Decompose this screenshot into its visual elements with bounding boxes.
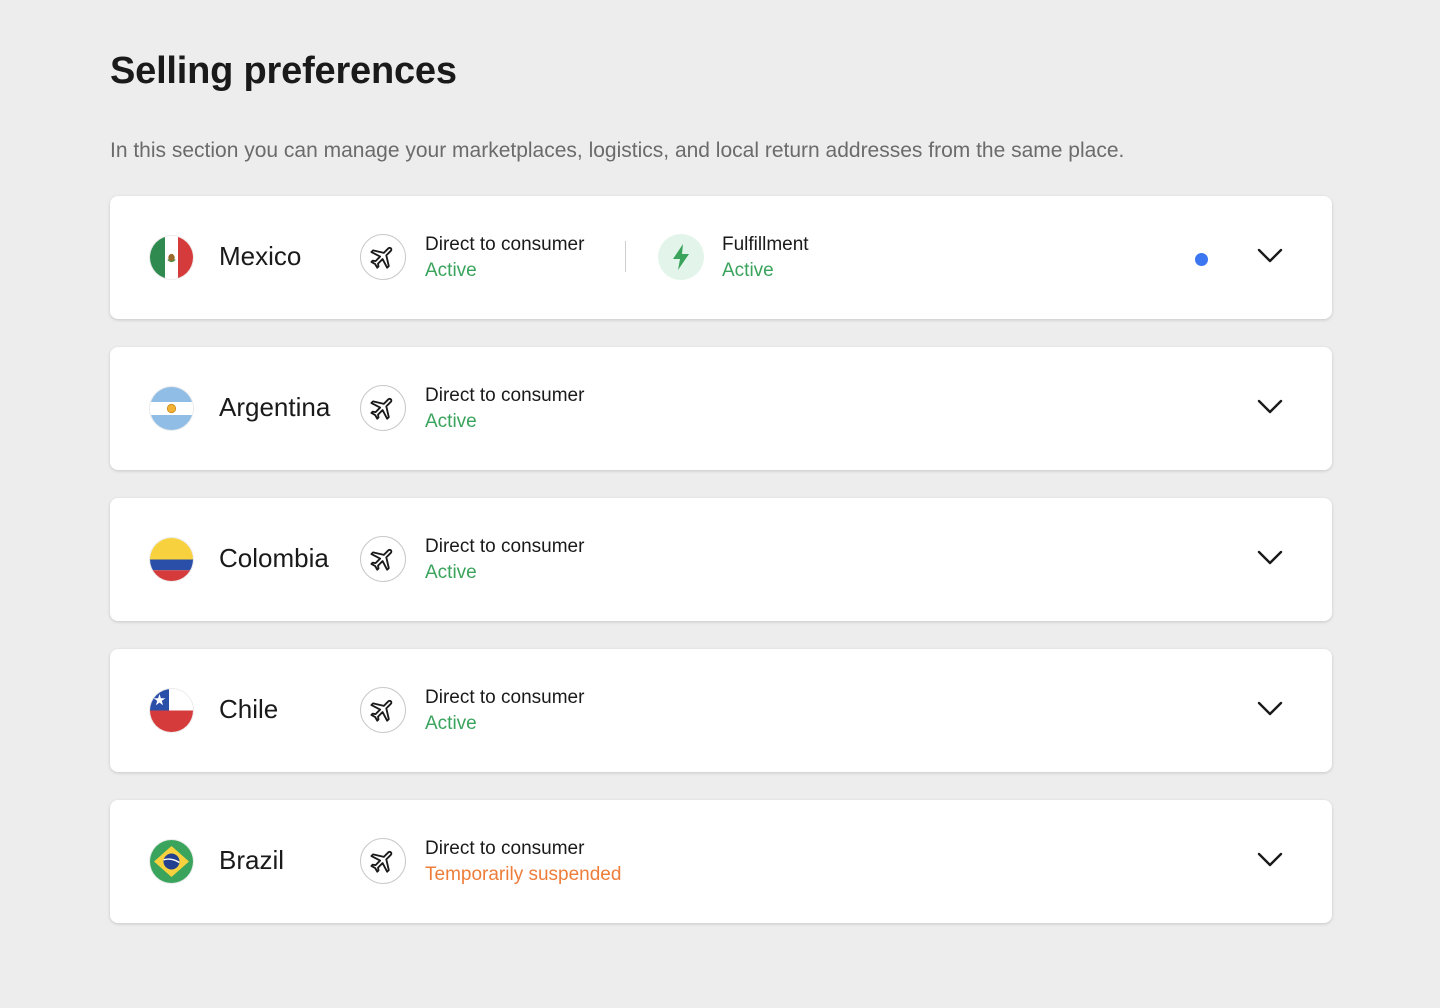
mexico-flag-icon	[150, 236, 193, 279]
service-status: Active	[425, 562, 477, 583]
country-name: Brazil	[219, 845, 285, 875]
country-name: Chile	[219, 694, 279, 724]
brazil-flag-icon	[150, 840, 193, 883]
airplane-icon	[360, 536, 406, 582]
country-card-chile[interactable]: Chile Direct to consumer Active	[110, 649, 1332, 772]
fulfillment-service: Fulfillment Active	[722, 232, 809, 284]
direct-to-consumer-service: Direct to consumer Active	[425, 534, 584, 586]
country-card-mexico[interactable]: Mexico Direct to consumer Active Fulfill…	[110, 196, 1332, 319]
airplane-icon	[360, 838, 406, 884]
service-status: Active	[722, 260, 774, 281]
page-title: Selling preferences	[110, 50, 457, 92]
service-divider	[625, 241, 626, 272]
chevron-down-icon[interactable]	[1256, 397, 1284, 417]
country-card-argentina[interactable]: Argentina Direct to consumer Active	[110, 347, 1332, 470]
country-card-brazil[interactable]: Brazil Direct to consumer Temporarily su…	[110, 800, 1332, 923]
direct-to-consumer-service: Direct to consumer Active	[425, 232, 584, 284]
country-list: Mexico Direct to consumer Active Fulfill…	[110, 196, 1332, 951]
notification-dot	[1195, 253, 1208, 266]
service-status: Active	[425, 713, 477, 734]
service-label: Direct to consumer	[425, 838, 585, 859]
country-card-colombia[interactable]: Colombia Direct to consumer Active	[110, 498, 1332, 621]
lightning-bolt-icon	[658, 234, 704, 280]
service-status: Temporarily suspended	[425, 864, 622, 885]
country-name: Colombia	[219, 543, 329, 573]
service-status: Active	[425, 411, 477, 432]
country-name: Mexico	[219, 241, 302, 271]
airplane-icon	[360, 234, 406, 280]
chevron-down-icon[interactable]	[1256, 699, 1284, 719]
service-label: Direct to consumer	[425, 385, 585, 406]
chevron-down-icon[interactable]	[1256, 850, 1284, 870]
service-label: Fulfillment	[722, 234, 809, 255]
chevron-down-icon[interactable]	[1256, 548, 1284, 568]
chevron-down-icon[interactable]	[1256, 246, 1284, 266]
service-label: Direct to consumer	[425, 536, 585, 557]
direct-to-consumer-service: Direct to consumer Active	[425, 685, 584, 737]
service-label: Direct to consumer	[425, 687, 585, 708]
chile-flag-icon	[150, 689, 193, 732]
colombia-flag-icon	[150, 538, 193, 581]
direct-to-consumer-service: Direct to consumer Temporarily suspended	[425, 836, 621, 888]
direct-to-consumer-service: Direct to consumer Active	[425, 383, 584, 435]
page-description: In this section you can manage your mark…	[110, 139, 1125, 162]
country-name: Argentina	[219, 392, 331, 422]
service-status: Active	[425, 260, 477, 281]
airplane-icon	[360, 687, 406, 733]
argentina-flag-icon	[150, 387, 193, 430]
airplane-icon	[360, 385, 406, 431]
service-label: Direct to consumer	[425, 234, 585, 255]
